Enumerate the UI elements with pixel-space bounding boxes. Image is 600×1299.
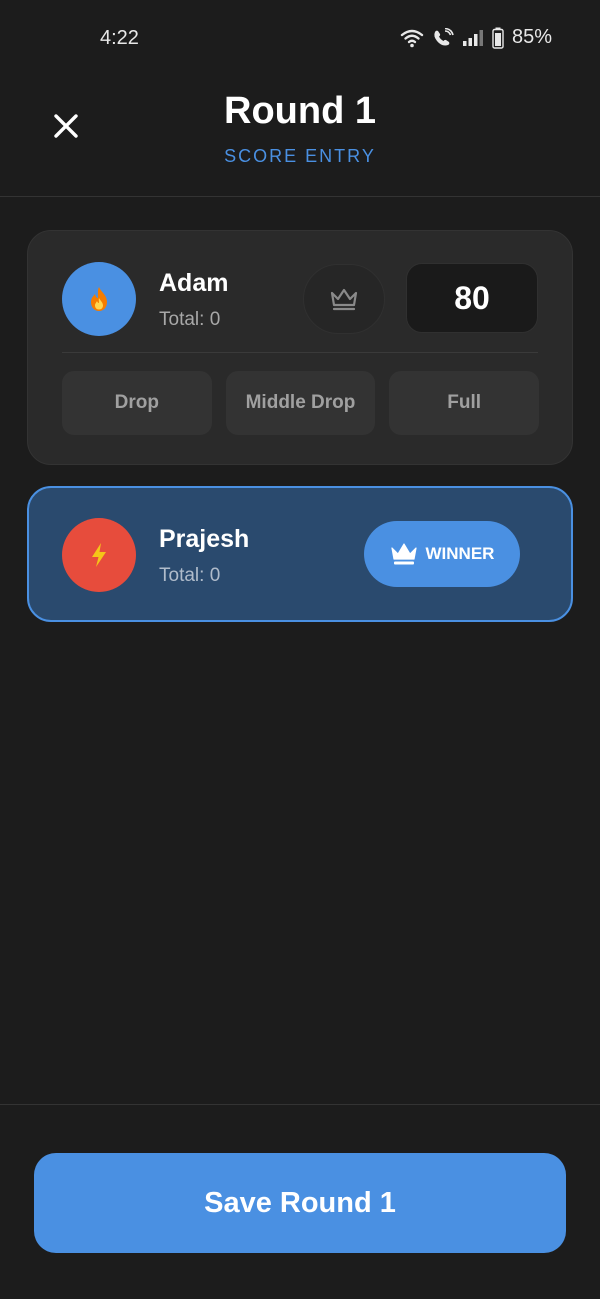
page-title: Round 1 bbox=[224, 90, 376, 132]
wifi-call-icon bbox=[432, 27, 454, 48]
avatar bbox=[62, 262, 136, 336]
header: Round 1 SCORE ENTRY bbox=[0, 78, 600, 197]
footer: Save Round 1 bbox=[0, 1104, 600, 1299]
wifi-icon bbox=[400, 28, 424, 48]
page-subtitle: SCORE ENTRY bbox=[224, 146, 376, 166]
winner-label: WINNER bbox=[425, 544, 495, 563]
fire-icon bbox=[91, 287, 107, 311]
player-name: Prajesh bbox=[159, 525, 250, 553]
player-total: Total: 0 bbox=[159, 565, 221, 586]
player-name: Adam bbox=[159, 269, 229, 297]
status-time: 4:22 bbox=[100, 27, 139, 49]
crown-filled-icon bbox=[390, 543, 417, 565]
score-input[interactable] bbox=[406, 263, 538, 333]
winner-button[interactable]: WINNER bbox=[364, 521, 520, 587]
save-round-button[interactable]: Save Round 1 bbox=[34, 1153, 566, 1253]
crown-outline-icon bbox=[330, 288, 358, 311]
drop-button[interactable]: Drop bbox=[62, 371, 212, 435]
battery-level: 85% bbox=[511, 26, 552, 48]
status-bar: 4:22 85% bbox=[0, 0, 600, 78]
status-icons: 85% bbox=[400, 26, 552, 49]
score-options: Drop Middle Drop Full bbox=[62, 371, 540, 435]
player-card-prajesh: Prajesh Total: 0 WINNER bbox=[27, 486, 573, 622]
player-total: Total: 0 bbox=[159, 309, 221, 330]
signal-icon bbox=[462, 29, 484, 47]
lightning-icon bbox=[92, 543, 106, 567]
battery-icon bbox=[492, 27, 504, 49]
player-card-adam: Adam Total: 0 Drop Middle Drop Full bbox=[27, 230, 573, 465]
winner-toggle-button[interactable] bbox=[303, 264, 385, 334]
full-button[interactable]: Full bbox=[389, 371, 540, 435]
divider bbox=[62, 352, 538, 353]
middle-drop-button[interactable]: Middle Drop bbox=[225, 371, 376, 435]
avatar bbox=[62, 518, 136, 592]
